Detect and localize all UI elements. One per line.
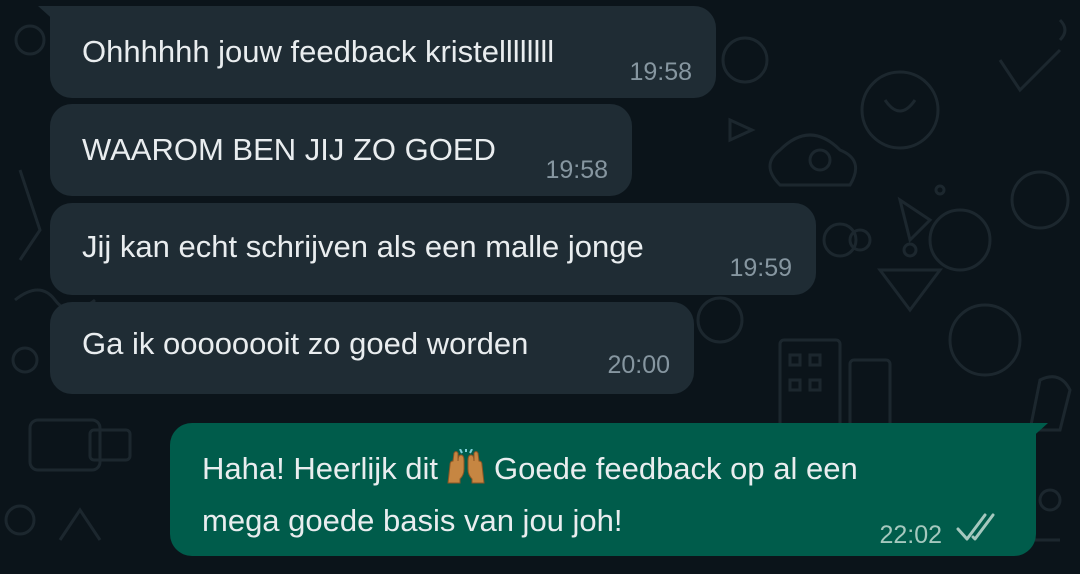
message-text: Ohhhhhh jouw feedback kristellllllll bbox=[82, 34, 555, 69]
message-text-line-2: mega goede basis van jou joh! bbox=[202, 503, 623, 538]
raising-hands-emoji-icon bbox=[447, 449, 485, 484]
message-text-part: Haha! Heerlijk dit bbox=[202, 451, 439, 486]
outgoing-message[interactable]: Haha! Heerlijk dit Goede feedback op al … bbox=[170, 423, 1048, 556]
incoming-message[interactable]: Ohhhhhh jouw feedback kristellllllll 19:… bbox=[38, 6, 716, 98]
incoming-message[interactable]: Jij kan echt schrijven als een malle jon… bbox=[50, 203, 816, 295]
message-timestamp: 19:58 bbox=[629, 58, 692, 86]
bubble-tail bbox=[38, 6, 58, 24]
message-timestamp: 19:59 bbox=[729, 254, 792, 282]
message-text: Ga ik oooooooit zo goed worden bbox=[82, 326, 529, 361]
message-timestamp: 20:00 bbox=[607, 351, 670, 379]
message-text-part: Goede feedback op al een bbox=[494, 451, 858, 486]
double-check-icon bbox=[956, 513, 995, 541]
incoming-message[interactable]: WAAROM BEN JIJ ZO GOED 19:58 bbox=[50, 104, 632, 196]
incoming-message[interactable]: Ga ik oooooooit zo goed worden 20:00 bbox=[50, 302, 694, 394]
message-timestamp: 22:02 bbox=[879, 521, 942, 549]
bubble-tail bbox=[1028, 423, 1048, 441]
message-timestamp: 19:58 bbox=[545, 156, 608, 184]
message-text: Jij kan echt schrijven als een malle jon… bbox=[82, 229, 644, 264]
message-text-line-1: Haha! Heerlijk dit Goede feedback op al … bbox=[202, 449, 858, 489]
message-text: WAAROM BEN JIJ ZO GOED bbox=[82, 132, 496, 167]
